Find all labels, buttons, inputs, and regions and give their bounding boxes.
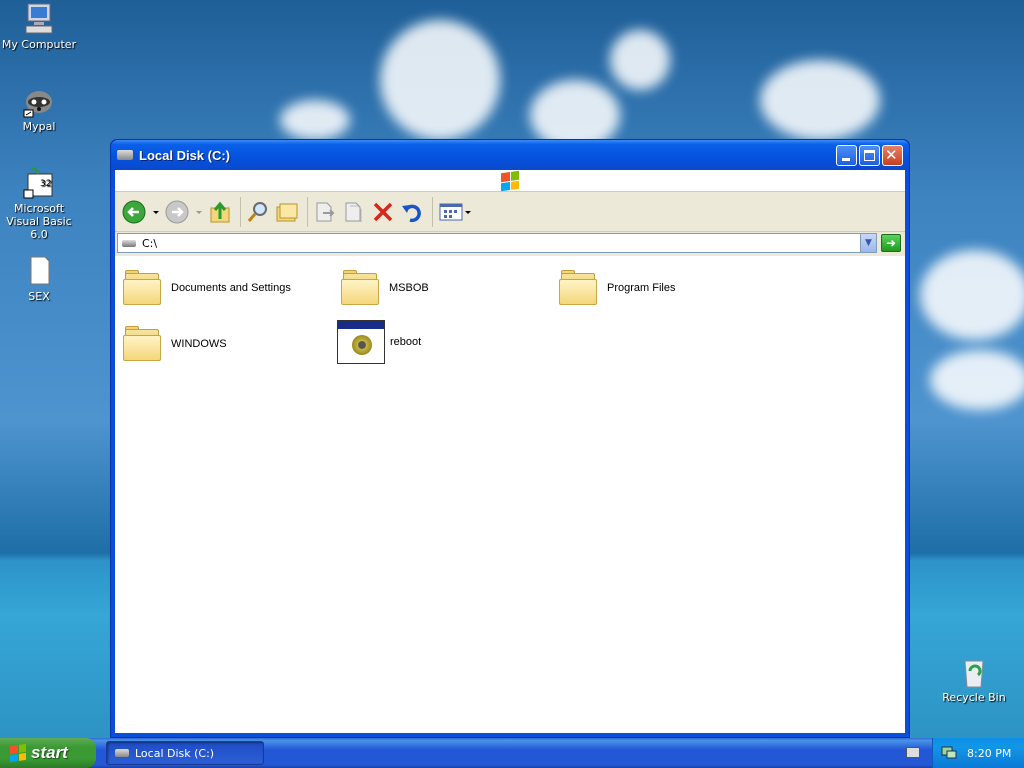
- keyboard-icon[interactable]: [906, 747, 920, 758]
- maximize-icon: [864, 149, 875, 161]
- brand-bar: [115, 170, 905, 192]
- taskbar: start Local Disk (C:) 8:20 PM: [0, 738, 1024, 768]
- start-button[interactable]: start: [0, 738, 96, 768]
- minimize-button[interactable]: [836, 144, 857, 166]
- go-arrow-icon: ➜: [885, 236, 897, 250]
- window-body: C:\ ▼ ➜ Documents and Settings MSBOB Pro…: [115, 170, 905, 733]
- file-icon: [22, 254, 56, 288]
- folder-icon: [559, 270, 599, 306]
- close-icon: ✕: [885, 145, 898, 164]
- forward-arrow-icon: [165, 200, 202, 223]
- undo-icon: [402, 204, 421, 222]
- search-icon: [247, 201, 267, 222]
- network-icon[interactable]: [941, 746, 957, 760]
- go-button[interactable]: ➜: [881, 234, 901, 252]
- move-to-button[interactable]: [312, 196, 338, 228]
- maximize-button[interactable]: [859, 144, 880, 166]
- item-label: Program Files: [607, 282, 676, 294]
- toolbar-separator: [307, 196, 308, 227]
- cloud: [280, 100, 350, 140]
- taskbar-button-local-disk[interactable]: Local Disk (C:): [106, 741, 264, 765]
- item-label: MSBOB: [389, 282, 429, 294]
- back-arrow-icon: [122, 200, 159, 223]
- computer-icon: [22, 2, 56, 36]
- cloud: [930, 350, 1024, 410]
- clock[interactable]: 8:20 PM: [967, 747, 1011, 760]
- toolbar: [115, 192, 905, 232]
- item-label: Documents and Settings: [171, 282, 291, 294]
- drive-icon: [122, 239, 136, 247]
- up-folder-icon: [210, 201, 230, 222]
- folder-item[interactable]: WINDOWS: [123, 320, 227, 368]
- file-view: Documents and Settings MSBOB Program Fil…: [115, 256, 905, 733]
- address-value: C:\: [142, 236, 158, 250]
- cloud: [380, 20, 500, 140]
- toolbar-separator: [240, 196, 241, 227]
- search-button[interactable]: [245, 196, 271, 228]
- undo-button[interactable]: [399, 196, 425, 228]
- views-button[interactable]: [437, 196, 473, 228]
- desktop-icon-mypal[interactable]: Mypal: [0, 84, 78, 133]
- folder-item[interactable]: Documents and Settings: [123, 264, 291, 312]
- folder-icon: [123, 270, 163, 306]
- address-bar: C:\ ▼ ➜: [115, 232, 905, 254]
- folders-button[interactable]: [274, 196, 300, 228]
- delete-button[interactable]: [370, 196, 396, 228]
- cloud: [760, 60, 880, 140]
- desktop-icon-recycle-bin[interactable]: Recycle Bin: [935, 655, 1013, 704]
- start-label: start: [31, 743, 68, 762]
- folder-icon: [341, 270, 381, 306]
- forward-button[interactable]: [164, 196, 204, 228]
- visual-basic-icon: 32: [22, 166, 56, 200]
- title-bar[interactable]: Local Disk (C:) ✕: [111, 140, 909, 170]
- close-button[interactable]: ✕: [882, 144, 903, 166]
- copy-to-button[interactable]: [341, 196, 367, 228]
- minimize-icon: [842, 157, 850, 161]
- cloud: [920, 250, 1024, 340]
- back-button[interactable]: [121, 196, 161, 228]
- up-folder-button[interactable]: [207, 196, 233, 228]
- toolbar-separator: [432, 196, 433, 227]
- folder-icon: [123, 326, 163, 362]
- desktop-icon-my-computer[interactable]: My Computer: [0, 2, 78, 51]
- move-to-icon: [316, 202, 335, 221]
- desktop-icon-sex[interactable]: SEX: [0, 254, 78, 303]
- address-field[interactable]: C:\ ▼: [117, 233, 877, 253]
- recycle-bin-icon: [957, 655, 991, 689]
- item-label: WINDOWS: [171, 338, 227, 350]
- drive-icon: [117, 150, 133, 160]
- application-item[interactable]: reboot: [337, 318, 421, 366]
- task-label: Local Disk (C:): [135, 746, 215, 760]
- drive-icon: [115, 749, 129, 757]
- desktop-icon-visual-basic[interactable]: 32 Microsoft Visual Basic 6.0: [0, 166, 78, 241]
- window-title: Local Disk (C:): [139, 147, 231, 163]
- folders-icon: [276, 203, 298, 221]
- chevron-down-icon: ▼: [865, 238, 872, 248]
- windows-logo-icon: [10, 743, 26, 763]
- folder-item[interactable]: MSBOB: [341, 264, 429, 312]
- item-label: reboot: [390, 336, 422, 348]
- system-tray: 8:20 PM: [932, 738, 1024, 768]
- explorer-window: Local Disk (C:) ✕ C:\ ▼ ➜ Documents and …: [110, 139, 910, 738]
- windows-logo-icon: [501, 170, 519, 191]
- svg-text:32: 32: [40, 179, 51, 189]
- copy-to-icon: [345, 202, 362, 222]
- cloud: [610, 30, 670, 90]
- folder-item[interactable]: Program Files: [559, 264, 675, 312]
- views-icon: [439, 203, 471, 220]
- application-icon: [337, 320, 385, 364]
- raccoon-icon: [22, 84, 56, 118]
- address-dropdown-button[interactable]: ▼: [860, 234, 876, 252]
- delete-icon: [373, 202, 393, 221]
